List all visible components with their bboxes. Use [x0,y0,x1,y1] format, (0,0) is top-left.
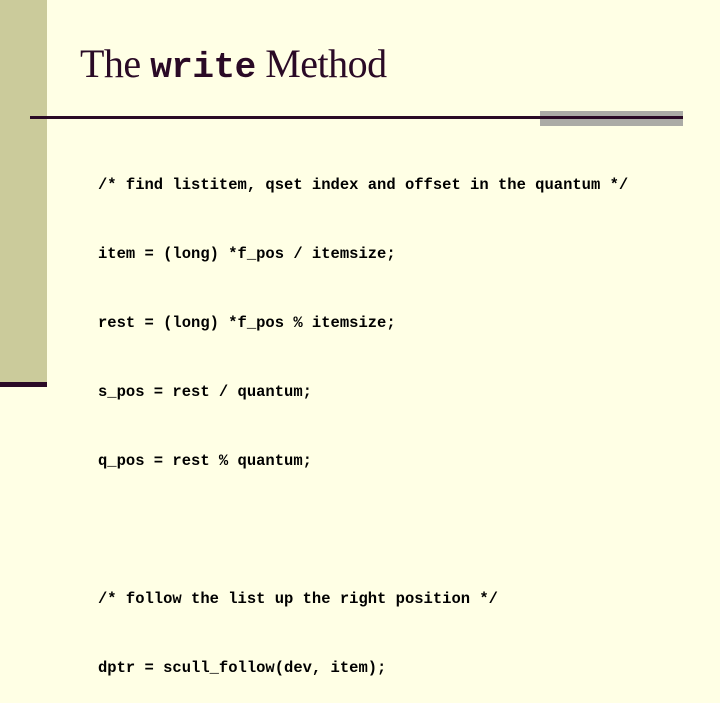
sidebar-footer-bar [0,382,47,387]
title-code: write [150,47,256,88]
title-prefix: The [80,41,151,86]
code-line: item = (long) *f_pos / itemsize; [98,245,396,263]
code-block: /* find listitem, qset index and offset … [98,128,628,703]
title-suffix: Method [255,41,387,86]
code-line: dptr = scull_follow(dev, item); [98,659,387,677]
code-line: /* find listitem, qset index and offset … [98,176,629,194]
code-line: s_pos = rest / quantum; [98,383,312,401]
title-divider-overlay [540,116,683,119]
code-line: rest = (long) *f_pos % itemsize; [98,314,396,332]
slide-title: The write Method [80,40,387,88]
code-line: q_pos = rest % quantum; [98,452,312,470]
sidebar-band [0,0,47,382]
code-line: /* follow the list up the right position… [98,590,498,608]
